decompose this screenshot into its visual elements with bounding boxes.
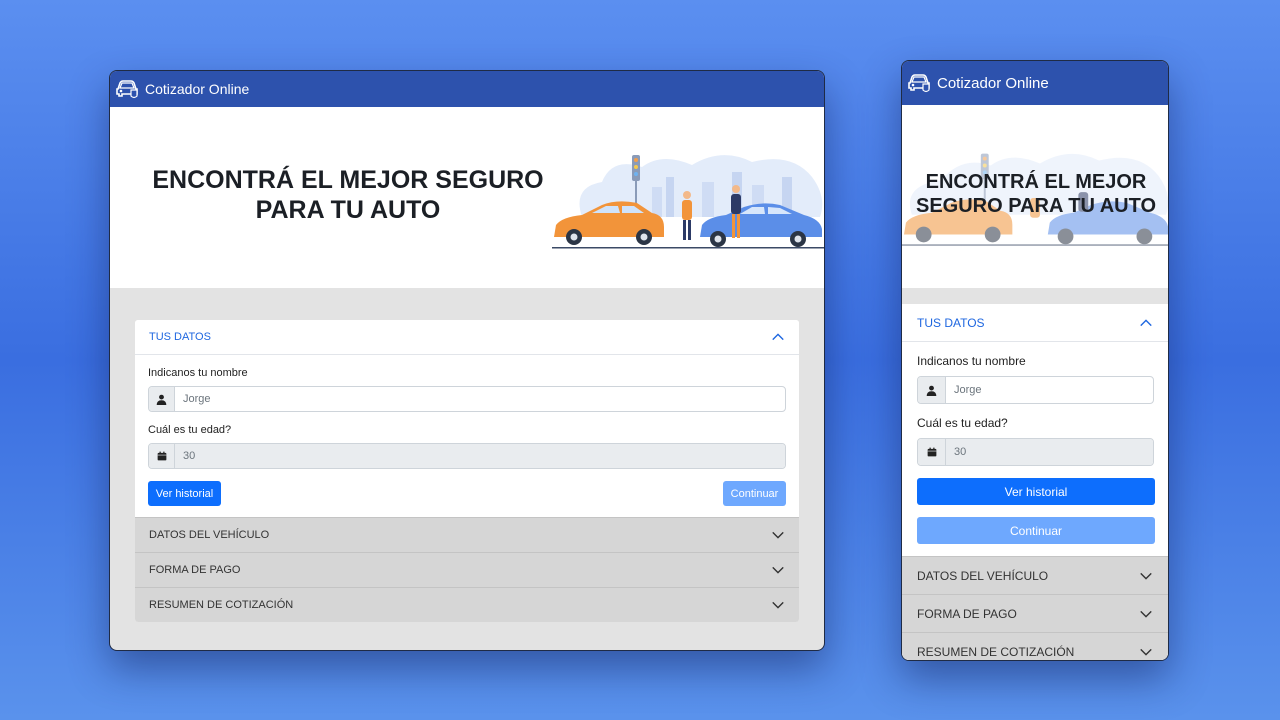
accordion-header-tus-datos[interactable]: TUS DATOS (135, 320, 799, 355)
hero-illustration (552, 147, 824, 253)
accordion-body-tus-datos: Indicanos tu nombre Jorge Cuál es tu eda… (135, 355, 799, 517)
accordion-header-resumen[interactable]: RESUMEN DE COTIZACIÓN (902, 632, 1168, 660)
name-input[interactable]: Jorge (175, 387, 785, 411)
continue-button[interactable]: Continuar (723, 481, 786, 506)
accordion-title: TUS DATOS (149, 331, 211, 343)
age-label: Cuál es tu edad? (917, 416, 1008, 430)
car-icon (115, 79, 139, 99)
navbar: Cotizador Online (902, 61, 1168, 105)
chevron-down-icon (772, 531, 784, 539)
continue-button[interactable]: Continuar (917, 517, 1155, 544)
chevron-down-icon (772, 566, 784, 574)
form-buttons: Ver historial Continuar (917, 478, 1155, 544)
name-label: Indicanos tu nombre (148, 367, 248, 379)
brand-title[interactable]: Cotizador Online (145, 81, 249, 97)
calendar-icon (918, 439, 946, 465)
user-icon (918, 377, 946, 403)
accordion-header-vehiculo[interactable]: DATOS DEL VEHÍCULO (135, 517, 799, 552)
accordion-header-pago[interactable]: FORMA DE PAGO (135, 552, 799, 587)
quote-accordion: TUS DATOS Indicanos tu nombre Jorge Cuál… (135, 320, 799, 622)
accordion-title: DATOS DEL VEHÍCULO (149, 529, 270, 541)
hero-title: ENCONTRÁ EL MEJOR SEGURO PARA TU AUTO (152, 166, 544, 224)
accordion-header-tus-datos[interactable]: TUS DATOS (902, 304, 1168, 342)
chevron-down-icon (1140, 648, 1152, 656)
mobile-preview-window: Cotizador Online ENCONTRÁ EL MEJOR SEGUR… (901, 60, 1169, 661)
accordion-header-resumen[interactable]: RESUMEN DE COTIZACIÓN (135, 587, 799, 622)
history-button[interactable]: Ver historial (148, 481, 221, 506)
name-input[interactable]: Jorge (946, 377, 1153, 403)
chevron-up-icon (1140, 318, 1152, 326)
main-content: TUS DATOS Indicanos tu nombre Jorge Cuál… (110, 288, 824, 622)
chevron-down-icon (1140, 572, 1152, 580)
quote-accordion: TUS DATOS Indicanos tu nombre Jorge Cuál… (902, 304, 1168, 660)
age-input-group: 30 (917, 438, 1154, 466)
history-button[interactable]: Ver historial (917, 478, 1155, 505)
calendar-icon (149, 444, 175, 468)
chevron-down-icon (1140, 610, 1152, 618)
form-buttons: Ver historial Continuar (148, 481, 786, 506)
main-content: TUS DATOS Indicanos tu nombre Jorge Cuál… (902, 288, 1168, 660)
hero-banner: ENCONTRÁ EL MEJOR SEGURO PARA TU AUTO (110, 107, 824, 288)
accordion-body-tus-datos: Indicanos tu nombre Jorge Cuál es tu eda… (902, 342, 1168, 556)
accordion-header-pago[interactable]: FORMA DE PAGO (902, 594, 1168, 632)
age-input[interactable]: 30 (946, 439, 1153, 465)
hero-banner: ENCONTRÁ EL MEJOR SEGURO PARA TU AUTO (902, 105, 1168, 288)
accordion-title: FORMA DE PAGO (917, 606, 1017, 621)
accordion-header-vehiculo[interactable]: DATOS DEL VEHÍCULO (902, 556, 1168, 594)
accordion-title: RESUMEN DE COTIZACIÓN (917, 644, 1075, 659)
hero-title: ENCONTRÁ EL MEJOR SEGURO PARA TU AUTO (915, 171, 1156, 217)
age-input[interactable]: 30 (175, 444, 785, 468)
accordion-title: DATOS DEL VEHÍCULO (917, 568, 1049, 583)
chevron-down-icon (772, 601, 784, 609)
accordion-title: TUS DATOS (917, 315, 985, 330)
name-input-group: Jorge (148, 386, 786, 412)
name-label: Indicanos tu nombre (917, 354, 1026, 368)
age-label: Cuál es tu edad? (148, 424, 232, 436)
age-input-group: 30 (148, 443, 786, 469)
user-icon (149, 387, 175, 411)
desktop-preview-window: Cotizador Online ENCONTRÁ EL MEJOR SEGUR… (109, 70, 825, 651)
brand-title[interactable]: Cotizador Online (937, 75, 1049, 92)
car-icon (907, 73, 931, 93)
accordion-title: FORMA DE PAGO (149, 564, 241, 576)
accordion-title: RESUMEN DE COTIZACIÓN (149, 599, 294, 611)
name-input-group: Jorge (917, 376, 1154, 404)
chevron-up-icon (772, 333, 784, 341)
navbar: Cotizador Online (110, 71, 824, 107)
